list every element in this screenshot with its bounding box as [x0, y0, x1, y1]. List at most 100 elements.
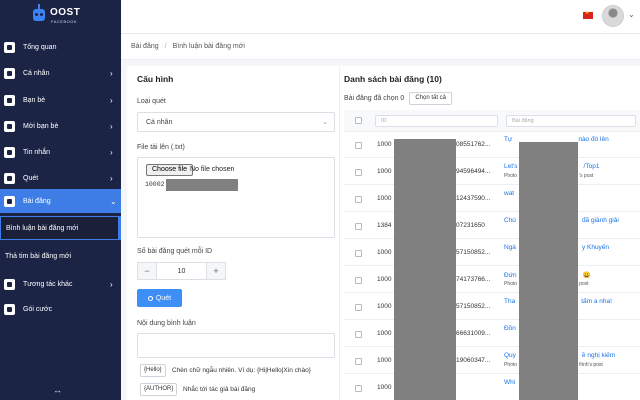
sidebar: OOST FACEBOOK Tổng quan Cá nhân › Bạn bè…	[0, 0, 121, 400]
table-row[interactable]: 1000 Whi	[344, 376, 640, 400]
row-checkbox[interactable]	[355, 250, 362, 257]
row-checkbox[interactable]	[355, 277, 362, 284]
row-checkbox[interactable]	[355, 385, 362, 392]
post-text-head: Đứn	[504, 272, 517, 279]
post-meta-head: Photo	[504, 173, 518, 179]
sidebar-item-personal[interactable]: Cá nhân ›	[0, 61, 121, 85]
chevron-right-icon: ›	[110, 68, 113, 78]
sidebar-item-label: Cá nhân	[23, 69, 50, 77]
selection-bar: Bài đăng đã chọn 0 Chọn tất cả	[344, 92, 453, 105]
collapse-sidebar-icon[interactable]: ↔	[53, 385, 62, 395]
table-row[interactable]: 1000 19060347... Quy ề nghị kiếm Photo fiình'…	[344, 349, 640, 374]
sidebar-item-invite-friends[interactable]: Mời bạn bè ›	[0, 114, 121, 138]
sidebar-item-other-interactions[interactable]: Tương tác khác ›	[0, 272, 121, 296]
row-uid: 19060347...	[456, 357, 491, 364]
post-text-tail: nào đó lên	[578, 136, 609, 143]
table-row[interactable]: 1000 08551762... Tự nào đó lên	[344, 133, 640, 158]
row-checkbox[interactable]	[355, 196, 362, 203]
row-uid: 66631009...	[456, 330, 491, 337]
post-text-head: Whi	[504, 379, 516, 386]
send-icon	[4, 120, 15, 132]
hint-author-text: Nhắc tới tác giả bài đăng	[183, 386, 256, 393]
increment-button[interactable]: +	[206, 262, 226, 280]
sidebar-item-friends[interactable]: Bạn bè ›	[0, 88, 121, 112]
scan-button[interactable]: Quét	[137, 289, 182, 307]
scan-type-label: Loại quét	[137, 98, 166, 105]
table-row[interactable]: 1000 66631009... Đồn	[344, 322, 640, 347]
chevron-right-icon: ›	[110, 173, 113, 183]
avatar[interactable]	[602, 5, 624, 27]
file-upload-area[interactable]: Choose file No file chosen	[137, 157, 335, 238]
post-meta-tail: 's post	[579, 173, 594, 179]
breadcrumb-item-posts[interactable]: Bài đăng	[131, 43, 159, 50]
comment-content-textarea[interactable]	[137, 333, 335, 358]
logo[interactable]: OOST FACEBOOK	[0, 0, 121, 34]
row-id: 1000	[377, 141, 392, 148]
sidebar-subitem-comment-new-posts[interactable]: Bình luận bài đăng mới	[0, 216, 121, 240]
sidebar-item-label: Mời bạn bè	[23, 122, 59, 130]
row-checkbox[interactable]	[355, 223, 362, 230]
post-text-tail: đã giành giải	[581, 217, 619, 224]
hint-random-text: Chèn chữ ngẫu nhiên. Ví dụ: {Hi|Hello|Xi…	[172, 367, 311, 374]
table-row[interactable]: 1000 12437590... wat	[344, 187, 640, 212]
package-icon	[4, 303, 15, 315]
row-checkbox[interactable]	[355, 304, 362, 311]
row-uid: 74173766...	[456, 276, 491, 283]
selected-count: Bài đăng đã chọn 0	[344, 95, 405, 102]
posts-per-id-input[interactable]: 10	[157, 262, 206, 280]
post-filter-input[interactable]: Bài đăng	[506, 115, 636, 127]
row-checkbox[interactable]	[355, 169, 362, 176]
choose-file-button[interactable]: Choose file	[146, 164, 194, 176]
row-checkbox[interactable]	[355, 358, 362, 365]
chevron-right-icon: ›	[110, 95, 113, 105]
post-meta-tail: post	[579, 281, 589, 287]
chevron-down-icon: ⌄	[110, 196, 117, 206]
sidebar-item-posts[interactable]: Bài đăng ⌄	[0, 189, 121, 213]
table-row[interactable]: 1000 57150852... Ngà y Khuyến	[344, 241, 640, 266]
row-id: 1000	[377, 168, 392, 175]
hint-random-tag[interactable]: {Hello}	[140, 364, 166, 377]
row-uid: 07231650	[456, 222, 485, 229]
row-checkbox[interactable]	[355, 331, 362, 338]
topbar	[121, 0, 640, 34]
brand-sub: FACEBOOK	[51, 19, 78, 24]
row-id: 1000	[377, 357, 392, 364]
table-row[interactable]: 1000 57150852... Tha tấm a nha!	[344, 295, 640, 320]
id-filter-input[interactable]: ID	[375, 115, 498, 127]
file-upload-label: File tải lên (.txt)	[137, 144, 185, 151]
table-header: ID Bài đăng	[344, 110, 640, 132]
sidebar-item-label: Tin nhắn	[23, 148, 50, 156]
row-checkbox[interactable]	[355, 142, 362, 149]
scan-type-value: Cá nhân	[146, 119, 173, 126]
grid-icon	[4, 41, 15, 53]
vietnam-flag-icon[interactable]	[583, 10, 593, 19]
post-text-tail: ề nghị kiếm	[581, 352, 616, 359]
sidebar-item-overview[interactable]: Tổng quan	[0, 35, 121, 59]
decrement-button[interactable]: −	[137, 262, 157, 280]
table-row[interactable]: 1000 74173766... Đứn 😀 Photo post	[344, 268, 640, 293]
sidebar-subitem-like-new-posts[interactable]: Thả tim bài đăng mới	[0, 244, 121, 268]
chevron-right-icon: ›	[110, 121, 113, 131]
config-title: Cấu hình	[137, 74, 174, 84]
select-all-button[interactable]: Chọn tất cả	[409, 92, 453, 105]
sidebar-item-label: Tương tác khác	[23, 280, 73, 288]
sidebar-item-packages[interactable]: Gói cước	[0, 297, 121, 321]
robot-icon	[33, 9, 45, 21]
select-all-checkbox[interactable]	[355, 117, 362, 124]
document-icon	[4, 195, 15, 207]
chevron-down-icon[interactable]: ⌄	[628, 10, 635, 19]
scan-button-label: Quét	[155, 294, 172, 302]
sidebar-item-scan[interactable]: Quét ›	[0, 166, 121, 190]
sidebar-item-label: Bài đăng	[23, 197, 51, 205]
post-meta-tail: fiình's post	[579, 362, 603, 368]
row-uid: 12437590...	[456, 195, 491, 202]
hint-author-tag[interactable]: {AUTHOR}	[140, 383, 178, 396]
post-text-head: Ngà	[504, 244, 516, 251]
row-uid: 08551762...	[456, 141, 491, 148]
table-row[interactable]: 1000 94596494... Let's/Top1 Photo 's post	[344, 160, 640, 185]
redaction-block	[166, 179, 238, 191]
scan-type-select[interactable]: Cá nhân ⌄	[137, 112, 335, 132]
sidebar-item-messages[interactable]: Tin nhắn ›	[0, 140, 121, 164]
table-row[interactable]: 1384 07231650 Chú đã giành giải	[344, 214, 640, 239]
sidebar-item-label: Bạn bè	[23, 96, 46, 104]
